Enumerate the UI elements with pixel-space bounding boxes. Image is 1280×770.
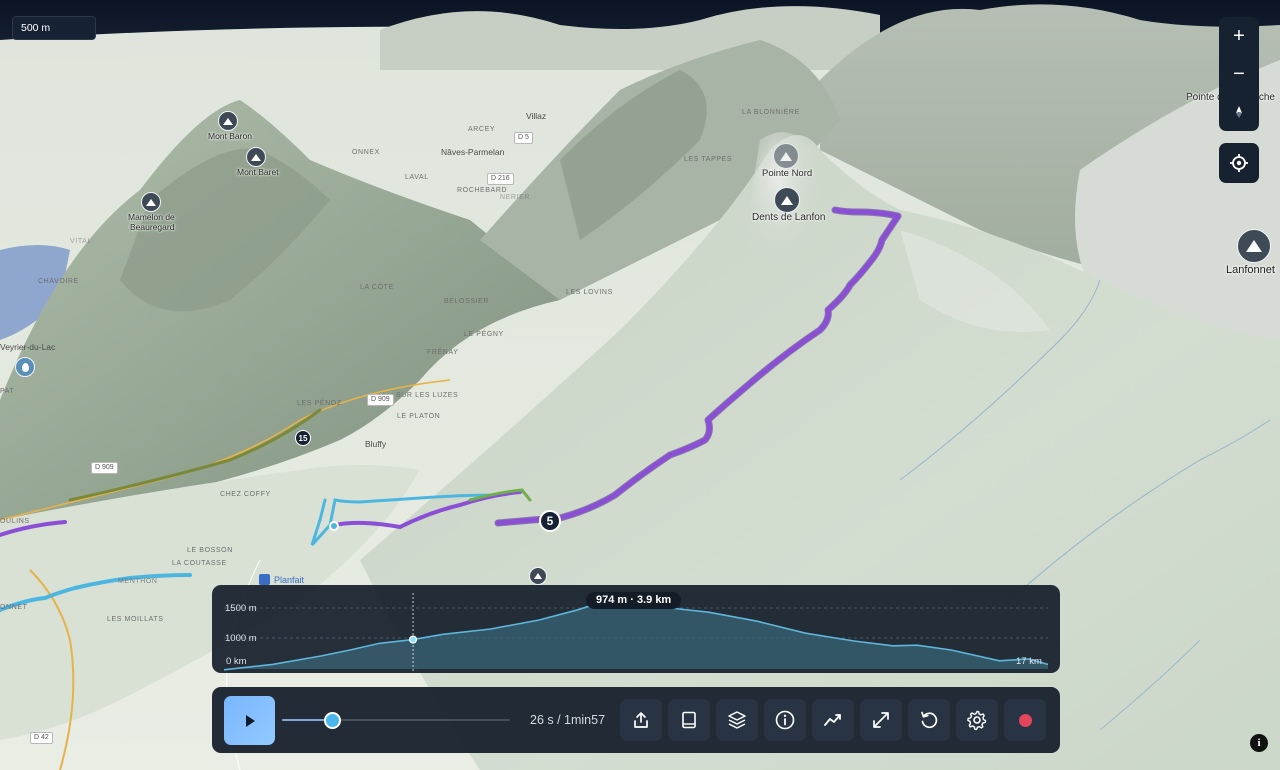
place-label: PAT [0,388,15,395]
peak-label: Mont Baron [208,131,252,141]
guide-button[interactable] [668,699,710,741]
place-label: ARCEY [468,126,496,133]
layers-button[interactable] [716,699,758,741]
scale-indicator: 500 m [12,16,96,40]
elevation-axis-label: 1500 m [225,603,257,614]
attribution-info-icon[interactable]: i [1250,734,1268,752]
summit-marker-icon[interactable] [529,567,547,585]
trend-icon [824,714,841,726]
elevation-area [224,600,1048,670]
share-icon [634,712,648,728]
place-label: ROCHEBARD [457,187,508,194]
playback-control-bar: 26 s / 1min57 [212,687,1060,753]
peak-label: Lanfonnet [1226,264,1275,276]
peak-marker-icon[interactable] [774,187,800,213]
peak-marker-icon[interactable] [246,147,266,167]
peak-marker-icon[interactable] [1237,229,1271,263]
place-label: Bluffy [365,439,387,449]
place-label: LES TAPPES [684,156,733,163]
place-label: LES MOILLATS [107,616,164,623]
water-drop-icon[interactable] [15,357,35,377]
peak-marker-icon[interactable] [218,111,238,131]
peak-label: Pointe Nord [762,168,813,179]
place-label: LES LOVINS [566,289,613,296]
waypoint-badge[interactable]: 5 [539,510,561,532]
restart-button[interactable] [908,699,950,741]
crosshair-icon [1230,154,1248,172]
book-icon [682,711,696,729]
playback-slider-thumb[interactable] [323,712,341,729]
place-label: MENTHON [118,578,158,585]
place-label: Villaz [526,111,547,121]
peak-marker-icon[interactable] [141,192,161,212]
settings-button[interactable] [956,699,998,741]
zoom-in-button[interactable]: + [1219,17,1259,55]
fullscreen-button[interactable] [860,699,902,741]
place-label: NERIER [500,194,531,201]
place-label: OULINS [0,518,30,525]
playback-time: 26 s / 1min57 [530,713,606,727]
place-label: LA COUTASSE [172,560,227,567]
record-button[interactable] [1004,699,1046,741]
play-icon [246,714,255,727]
place-label: FRÉNAY [427,349,459,356]
waypoint-badge[interactable]: 15 [295,430,311,446]
playback-slider-track[interactable] [282,719,510,721]
place-label: LE PLATON [397,413,441,420]
zoom-out-button[interactable]: − [1219,55,1259,93]
peak-label: Beauregard [130,222,175,232]
road-label: D 909 [91,462,118,474]
elevation-tooltip: 974 m · 3.9 km [586,592,682,609]
place-label: VITAL [70,238,92,245]
place-label: LE BOSSON [187,547,233,554]
record-icon [1018,713,1032,727]
place-label: LAVAL [405,174,429,181]
zoom-controls: + − [1219,17,1259,131]
place-label: Veyrier-du-Lac [0,342,56,352]
layers-icon [728,711,746,729]
road-label: D 5 [514,132,533,144]
compass-button[interactable] [1219,93,1259,131]
place-label: Nâves-Parmelan [441,147,505,157]
info-panel-button[interactable] [764,699,806,741]
elevation-profile-panel[interactable]: 1500 m 1000 m 0 km 17 km 974 m · 3.9 km [212,567,1060,673]
place-label: LES PÉNOZ [297,400,342,407]
distance-axis-label: 17 km [1016,656,1042,667]
bus-stop-icon [259,574,270,585]
locate-button[interactable] [1219,143,1259,183]
place-label: ONNEX [352,149,380,156]
place-label: CHEZ COFFY [220,491,271,498]
road-label: D 42 [30,732,53,744]
info-icon [775,710,795,730]
place-label: CHAVOIRE [38,278,79,285]
road-label: D 216 [487,173,514,185]
peak-marker-icon[interactable] [773,143,799,169]
place-label: ONNET [0,604,28,611]
place-label: LA BLONNIÈRE [742,109,800,116]
distance-axis-label: 0 km [226,656,247,667]
elevation-cursor-dot[interactable] [408,635,418,644]
place-label: SUR LES LUZES [396,392,459,399]
elevation-toggle-button[interactable] [812,699,854,741]
road-label: D 909 [367,394,394,406]
place-label: BELOSSIER [444,298,490,305]
play-button[interactable] [224,696,275,745]
peak-label: Mamelon de [128,212,175,222]
share-button[interactable] [620,699,662,741]
place-label: LE PÉGNY [464,331,504,338]
gear-icon [967,710,987,731]
place-label: Planfait [274,575,305,585]
compass-icon [1236,106,1242,118]
place-label: LA CÔTE [360,284,394,291]
peak-label: Dents de Lanfon [752,212,826,223]
elevation-axis-label: 1000 m [225,633,257,644]
expand-icon [873,712,889,728]
peak-label: Mont Baret [237,167,279,177]
reset-icon [921,711,938,729]
